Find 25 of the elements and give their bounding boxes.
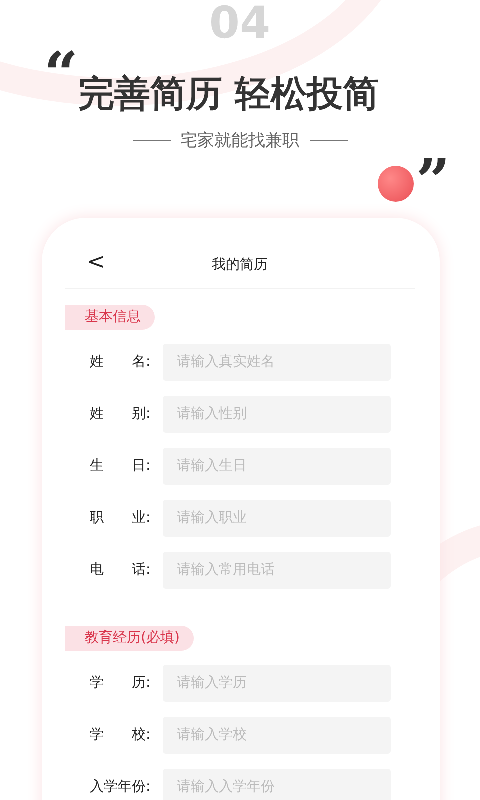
quote-mark: “	[44, 48, 79, 102]
input-field[interactable]: 请输入真实姓名	[163, 344, 391, 380]
field-label: 入学年份:	[90, 778, 152, 796]
field-label: 学 历:	[90, 674, 152, 692]
circle-icon	[378, 166, 414, 202]
field-label: 姓 别:	[90, 405, 152, 423]
back-button[interactable]: <	[83, 250, 110, 275]
input-field[interactable]: 请输入生日	[163, 448, 391, 484]
input-field[interactable]: 请输入职业	[163, 500, 391, 536]
section-header: 基本信息	[65, 305, 155, 330]
field-label: 生 日:	[90, 457, 152, 475]
quote-mark: ”	[416, 152, 451, 212]
field-label: 姓 名:	[90, 353, 152, 371]
field-label: 学 校:	[90, 726, 152, 744]
section-header: 教育经历(必填)	[65, 626, 194, 651]
input-field[interactable]: 请输入学历	[163, 664, 391, 702]
subtitle: 宅家就能找兼职	[180, 130, 300, 152]
field-label: 职 业:	[90, 509, 152, 527]
input-field[interactable]: 请输入学校	[163, 716, 391, 754]
input-field[interactable]: 请输入性别	[163, 396, 391, 432]
input-field[interactable]: 请输入入学年份	[163, 768, 391, 800]
headline: 完善简历 轻松投简	[78, 73, 380, 117]
field-label: 电 话:	[90, 561, 152, 579]
input-field[interactable]: 请输入常用电话	[163, 552, 391, 588]
screen-title: 我的简历	[212, 256, 268, 274]
